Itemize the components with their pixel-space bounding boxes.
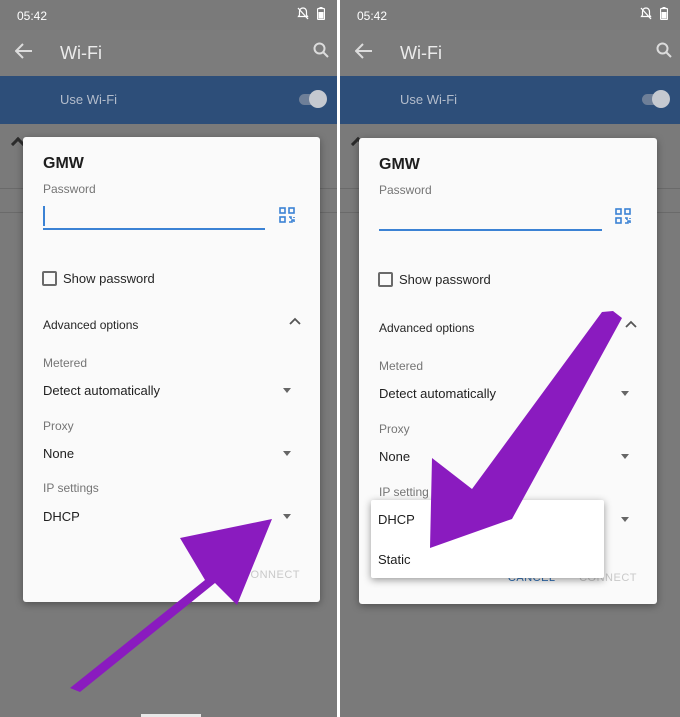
search-icon[interactable]: [313, 42, 329, 58]
password-input[interactable]: [43, 202, 265, 230]
app-bar: Wi-Fi: [0, 30, 337, 76]
page-title: Wi-Fi: [400, 43, 442, 63]
proxy-label: Proxy: [43, 419, 74, 433]
right-screenshot: 05:42 Wi-Fi Use Wi-Fi GMW Password Show …: [340, 0, 680, 717]
dropdown-arrow-icon[interactable]: [621, 517, 629, 522]
status-time: 05:42: [357, 9, 388, 23]
back-arrow-icon[interactable]: [15, 43, 33, 59]
dropdown-arrow-icon[interactable]: [283, 451, 291, 456]
network-name: GMW: [379, 156, 420, 173]
advanced-options-label[interactable]: Advanced options: [43, 318, 138, 332]
notifications-off-icon: [640, 7, 652, 20]
use-wifi-row[interactable]: Use Wi-Fi: [340, 76, 680, 124]
status-bar: 05:42: [340, 0, 680, 30]
menu-item-dhcp[interactable]: DHCP: [378, 512, 415, 527]
use-wifi-label: Use Wi-Fi: [60, 92, 118, 107]
qr-scan-icon[interactable]: [615, 208, 631, 224]
use-wifi-label: Use Wi-Fi: [400, 92, 458, 107]
show-password-checkbox[interactable]: [378, 272, 393, 287]
wifi-dialog: GMW Password Show password Advanced opti…: [23, 137, 320, 602]
connect-button[interactable]: ONNECT: [251, 569, 300, 581]
left-screenshot: 05:42 Wi-Fi Use Wi-Fi GMW Password Show …: [0, 0, 337, 717]
ip-settings-label: IP settings: [43, 481, 99, 495]
proxy-select[interactable]: None: [379, 449, 410, 464]
metered-select[interactable]: Detect automatically: [43, 383, 160, 398]
metered-label: Metered: [379, 359, 424, 373]
proxy-select[interactable]: None: [43, 446, 74, 461]
battery-icon: [317, 7, 325, 20]
chevron-up-icon[interactable]: [289, 317, 301, 325]
chevron-up-icon[interactable]: [625, 320, 637, 328]
wifi-toggle[interactable]: [297, 90, 327, 108]
page-title: Wi-Fi: [60, 43, 102, 63]
show-password-label: Show password: [399, 272, 491, 287]
ip-settings-select[interactable]: DHCP: [43, 509, 80, 524]
status-bar: 05:42: [0, 0, 337, 30]
metered-label: Metered: [43, 356, 88, 370]
advanced-options-label[interactable]: Advanced options: [379, 321, 474, 335]
show-password-checkbox[interactable]: [42, 271, 57, 286]
network-name: GMW: [43, 155, 84, 172]
password-label: Password: [43, 182, 96, 196]
qr-scan-icon[interactable]: [279, 207, 295, 223]
password-label: Password: [379, 183, 432, 197]
dropdown-arrow-icon[interactable]: [621, 391, 629, 396]
dropdown-arrow-icon[interactable]: [283, 514, 291, 519]
password-input[interactable]: [379, 203, 602, 231]
notifications-off-icon: [297, 7, 309, 20]
proxy-label: Proxy: [379, 422, 410, 436]
dropdown-arrow-icon[interactable]: [283, 388, 291, 393]
menu-item-static[interactable]: Static: [378, 552, 411, 567]
dropdown-arrow-icon[interactable]: [621, 454, 629, 459]
use-wifi-row[interactable]: Use Wi-Fi: [0, 76, 337, 124]
ip-settings-menu: DHCP Static: [371, 500, 604, 578]
battery-icon: [660, 7, 668, 20]
back-arrow-icon[interactable]: [355, 43, 373, 59]
status-time: 05:42: [17, 9, 48, 23]
dialog-actions: ONNECT: [251, 569, 300, 581]
ip-settings-label: IP setting: [379, 485, 429, 499]
show-password-label: Show password: [63, 271, 155, 286]
search-icon[interactable]: [656, 42, 672, 58]
wifi-toggle[interactable]: [640, 90, 670, 108]
app-bar: Wi-Fi: [340, 30, 680, 76]
metered-select[interactable]: Detect automatically: [379, 386, 496, 401]
